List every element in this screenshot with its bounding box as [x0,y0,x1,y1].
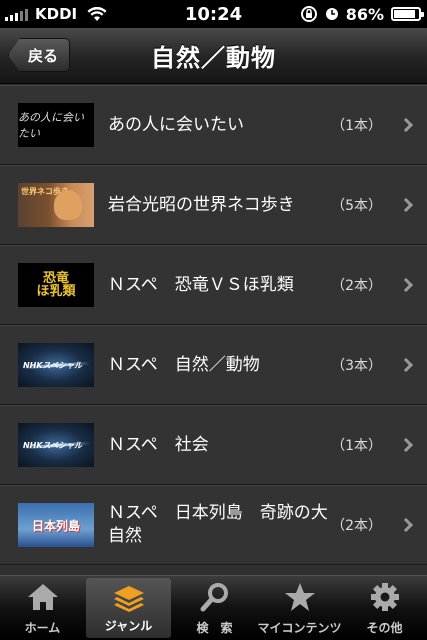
thumbnail-text-2: ほ乳類 [36,284,76,299]
tab-label: ホーム [24,621,61,635]
item-count: （3本） [331,358,382,374]
search-icon [200,583,228,612]
chevron-right-icon [398,197,414,213]
battery-icon [391,7,424,21]
tab-other[interactable]: その他 [342,576,427,640]
item-title: Ｎスペ 社会 [108,434,209,455]
tab-label: ジャンル [104,619,153,633]
program-list: あの人に会いたい あの人に会いたい （1本） 世界ネコ歩き 岩合光昭の世界ネコ歩… [0,85,427,575]
item-count: （1本） [331,438,382,454]
list-item[interactable]: 日本列島 Ｎスペ 日本列島 奇跡の大自然 （2本） [0,485,427,565]
item-title: Ｎスペ 恐竜ＶＳほ乳類 [108,274,294,295]
list-item[interactable]: あの人に会いたい あの人に会いたい （1本） [0,85,427,165]
navigation-bar: 戻る 自然／動物 [0,28,427,84]
item-count: （2本） [331,518,382,534]
chevron-right-icon [398,117,414,133]
tab-search[interactable]: 検 索 [172,576,257,640]
layers-icon [113,586,144,612]
home-icon [27,584,58,610]
thumbnail-text: あの人に会いたい [18,111,84,140]
rotation-lock-icon [300,6,317,22]
list-item[interactable]: 世界ネコ歩き 岩合光昭の世界ネコ歩き （5本） [0,165,427,245]
tab-bar: ホーム ジャンル 検 索 マイコンテンツ その他 [0,575,427,640]
thumbnail-text: 日本列島 [31,518,80,533]
list-item[interactable]: 恐竜 ほ乳類 Ｎスペ 恐竜ＶＳほ乳類 （2本） [0,245,427,325]
item-count: （5本） [331,198,382,214]
page-title: 自然／動物 [151,44,276,72]
tab-genre[interactable]: ジャンル [86,578,171,638]
chevron-right-icon [398,277,414,293]
item-title: あの人に会いたい [108,114,244,135]
list-item[interactable]: NHKスペシャル Ｎスペ 社会 （1本） [0,405,427,485]
back-button[interactable]: 戻る [8,38,70,72]
thumbnail: あの人に会いたい [18,103,94,147]
thumbnail-text: NHKスペシャル [22,361,82,370]
tab-label: 検 索 [196,621,233,635]
list-item[interactable]: NHKスペシャル Ｎスペ 自然／動物 （3本） [0,325,427,405]
gear-icon [370,583,399,611]
item-title: 岩合光昭の世界ネコ歩き [108,194,295,215]
chevron-right-icon [398,517,414,533]
thumbnail: NHKスペシャル [18,343,94,387]
chevron-right-icon [398,437,414,453]
item-count: （1本） [331,118,382,134]
thumbnail: 世界ネコ歩き [18,183,94,227]
status-bar: KDDI 10:24 86% [0,0,427,28]
tab-my-contents[interactable]: マイコンテンツ [257,576,342,640]
thumbnail: 日本列島 [18,503,94,547]
tab-label: その他 [366,621,403,635]
alarm-icon [325,8,338,20]
star-icon [284,583,315,611]
tab-home[interactable]: ホーム [0,576,85,640]
thumbnail: NHKスペシャル [18,423,94,467]
thumbnail-text: NHKスペシャル [22,441,82,450]
status-right: 86% [300,0,424,28]
chevron-right-icon [398,357,414,373]
cat-image [54,190,82,220]
item-title: Ｎスペ 自然／動物 [108,354,260,375]
thumbnail: 恐竜 ほ乳類 [18,263,94,307]
tab-label: マイコンテンツ [257,621,342,635]
item-count: （2本） [331,278,382,294]
item-title: Ｎスペ 日本列島 奇跡の大自然 [108,503,328,546]
battery-percent: 86% [345,4,384,24]
